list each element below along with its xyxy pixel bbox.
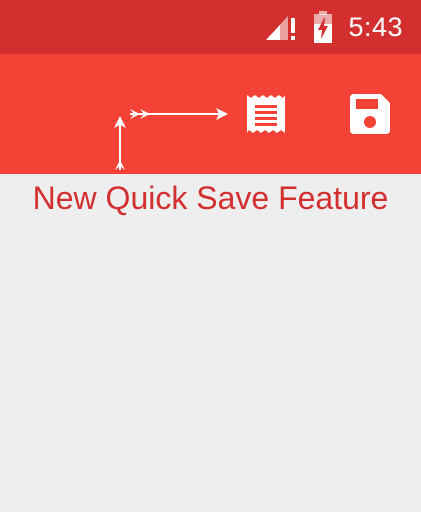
save-icon[interactable]	[348, 92, 392, 136]
main-content-area	[0, 174, 421, 512]
annotation-arrows	[114, 108, 228, 170]
status-icons: 5:43	[264, 0, 403, 54]
cell-signal-icon	[266, 16, 296, 40]
feature-caption: New Quick Save Feature	[32, 180, 389, 216]
receipt-icon[interactable]	[244, 92, 288, 136]
battery-charging-icon	[314, 11, 333, 43]
status-clock: 5:43	[348, 11, 403, 42]
status-bar: 5:43	[0, 0, 421, 54]
